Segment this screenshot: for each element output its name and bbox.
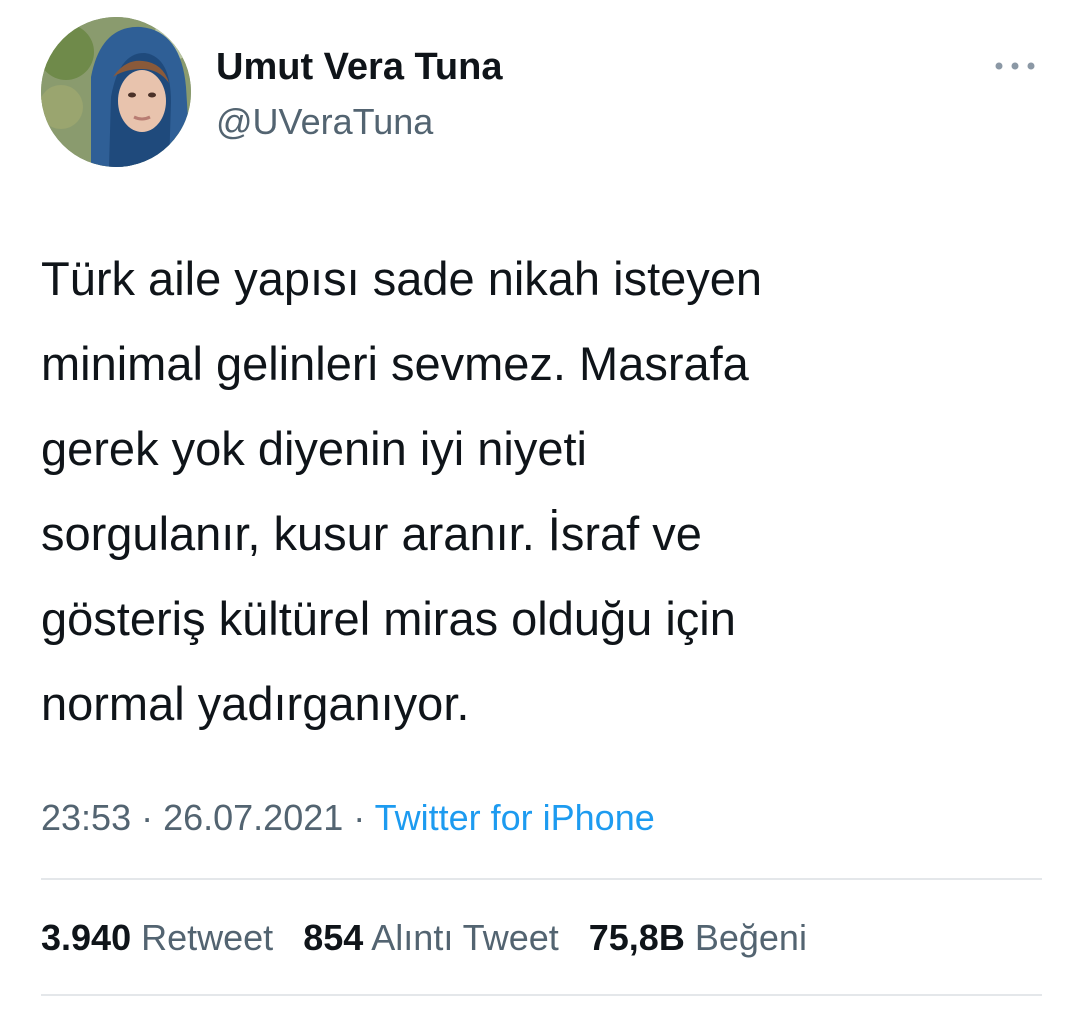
likes-stat[interactable]: 75,8B Beğeni bbox=[589, 917, 807, 958]
more-horizontal-icon bbox=[995, 62, 1035, 70]
tweet-meta: 23:53 · 26.07.2021 · Twitter for iPhone bbox=[41, 793, 655, 843]
avatar[interactable] bbox=[41, 17, 191, 167]
quote-tweets-label: Alıntı Tweet bbox=[371, 917, 559, 958]
retweets-label: Retweet bbox=[141, 917, 274, 958]
profile-photo-icon bbox=[41, 17, 191, 167]
divider bbox=[41, 994, 1042, 996]
quote-tweets-count: 854 bbox=[303, 917, 364, 958]
likes-label: Beğeni bbox=[694, 917, 807, 958]
author-display-name[interactable]: Umut Vera Tuna bbox=[216, 44, 502, 90]
quote-tweets-stat[interactable]: 854 Alıntı Tweet bbox=[303, 917, 559, 958]
more-options-button[interactable] bbox=[992, 56, 1038, 76]
likes-count: 75,8B bbox=[588, 917, 685, 958]
tweet-stats: 3.940 Retweet 854 Alıntı Tweet 75,8B Beğ… bbox=[41, 913, 827, 963]
meta-separator: · bbox=[343, 797, 375, 838]
divider bbox=[41, 878, 1042, 880]
author-handle[interactable]: @UVeraTuna bbox=[216, 100, 433, 144]
retweets-count: 3.940 bbox=[41, 917, 132, 958]
meta-separator: · bbox=[131, 797, 164, 838]
tweet-source-link[interactable]: Twitter for iPhone bbox=[375, 797, 655, 838]
retweets-stat[interactable]: 3.940 Retweet bbox=[41, 917, 273, 958]
tweet-text: Türk aile yapısı sade nikah isteyen mini… bbox=[41, 252, 763, 730]
tweet-time[interactable]: 23:53 bbox=[41, 797, 131, 838]
tweet-date[interactable]: 26.07.2021 bbox=[163, 797, 343, 838]
